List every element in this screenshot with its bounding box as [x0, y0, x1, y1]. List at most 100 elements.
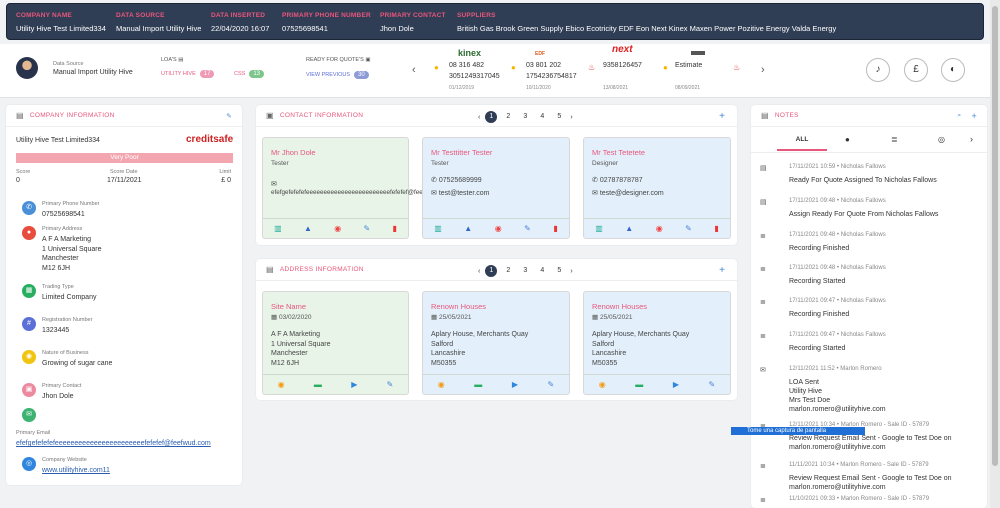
contact-icon: ▣ — [22, 383, 36, 397]
note-list-icon: ≣ — [760, 497, 766, 504]
supplier-card-kinex[interactable]: kinex ● 08 316 482 3051249317045 01/12/2… — [434, 48, 504, 91]
page-3[interactable]: 3 — [519, 265, 531, 277]
edit-icon[interactable]: ✎ — [709, 380, 716, 389]
business-icon: ◉ — [22, 350, 36, 364]
address-actions: ◉ ▬ ▶ ✎ — [423, 374, 569, 394]
message-icon: ▣ — [365, 57, 371, 63]
chrome-icon[interactable]: ◉ — [495, 224, 502, 233]
meter-icon[interactable]: ◉ — [278, 380, 285, 389]
page-5[interactable]: 5 — [553, 111, 565, 123]
list-icon[interactable]: ≣ — [891, 135, 898, 144]
creditsafe-logo: creditsafe — [186, 134, 234, 145]
address-card[interactable]: Renown Houses ▦ 25/05/2021 Aplary House,… — [583, 291, 731, 395]
add-address-button[interactable]: + — [719, 265, 725, 276]
delete-icon[interactable]: ▮ — [392, 224, 396, 233]
next-page-button[interactable]: › — [570, 114, 572, 121]
truck-icon[interactable]: ▶ — [673, 380, 679, 389]
add-contact-button[interactable]: + — [719, 111, 725, 122]
contact-actions: ▥ ▲ ◉ ✎ ▮ — [263, 218, 408, 238]
building-icon[interactable]: ▥ — [434, 224, 442, 233]
page-1[interactable]: 1 — [485, 265, 498, 277]
tabs-next-icon[interactable]: › — [970, 134, 973, 144]
card-icon[interactable]: ▬ — [474, 380, 482, 389]
tab-all[interactable]: ALL — [777, 136, 827, 151]
building-icon[interactable]: ▥ — [595, 224, 603, 233]
page-5[interactable]: 5 — [553, 265, 565, 277]
css-loa[interactable]: CSS 13 — [234, 70, 264, 78]
meter-icon[interactable]: ◉ — [438, 380, 445, 389]
chrome-icon[interactable]: ◉ — [334, 224, 341, 233]
page-3[interactable]: 3 — [519, 111, 531, 123]
registration-number-row: # Registration Number 1323445 — [22, 317, 92, 336]
settings-icon[interactable]: ◎ — [938, 135, 945, 144]
add-note-button[interactable]: + — [971, 111, 977, 121]
lock-icon[interactable]: ▲ — [464, 224, 472, 233]
card-icon[interactable]: ▬ — [635, 380, 643, 389]
suppliers-next-button[interactable]: › — [761, 64, 765, 76]
lock-icon[interactable]: ▲ — [304, 224, 312, 233]
view-previous-button[interactable]: VIEW PREVIOUS 30 — [306, 71, 369, 79]
primary-phone-row: ✆ Primary Phone Number 07525698541 — [22, 201, 99, 220]
bulb-icon: ● — [511, 63, 516, 72]
company-information-panel: ▤ COMPANY INFORMATION ✎ Utility Hive Test … — [6, 105, 242, 485]
page-4[interactable]: 4 — [536, 265, 548, 277]
edit-icon[interactable]: ✎ — [363, 224, 370, 233]
scrollbar-thumb[interactable] — [992, 6, 998, 466]
page-2[interactable]: 2 — [502, 111, 514, 123]
page-4[interactable]: 4 — [536, 111, 548, 123]
address-card[interactable]: Site Name ▦ 03/02/2020 A F A Marketing 1 … — [262, 291, 409, 395]
next-page-button[interactable]: › — [570, 268, 572, 275]
microphone-icon[interactable]: ♪ — [866, 58, 890, 82]
supplier-logo — [691, 51, 705, 55]
contact-actions: ▥ ▲ ◉ ✎ ▮ — [584, 218, 730, 238]
prev-page-button[interactable]: ‹ — [478, 268, 480, 275]
page-scrollbar[interactable] — [990, 0, 1000, 508]
edit-icon[interactable]: ✎ — [226, 112, 232, 120]
truck-icon[interactable]: ▶ — [351, 380, 357, 389]
prev-page-button[interactable]: ‹ — [478, 114, 480, 121]
contact-information-panel: ▣ CONTACT INFORMATION ‹ 1 2 3 4 5 › + Mr … — [256, 105, 737, 245]
contact-card-icon: ▣ — [266, 111, 274, 120]
trading-type-row: ▦ Trading Type Limited Company — [22, 284, 96, 303]
notes-tabs: ALL ● ≣ ◎ › — [751, 129, 987, 153]
lock-icon[interactable]: ▲ — [625, 224, 633, 233]
trading-icon: ▦ — [22, 284, 36, 298]
pound-icon[interactable]: £ — [904, 58, 928, 82]
contact-card[interactable]: Mr Testtitter Tester Tester ✆ 0752568999… — [422, 137, 570, 239]
header-suppliers: SUPPLIERS British Gas Brook Green Supply … — [457, 12, 837, 33]
user-icon[interactable]: ● — [845, 135, 850, 144]
delete-icon[interactable]: ▮ — [553, 224, 557, 233]
website-link[interactable]: www.utilityhive.com11 — [42, 466, 110, 476]
address-card[interactable]: Renown Houses ▦ 25/05/2021 Aplary House,… — [422, 291, 570, 395]
page-2[interactable]: 2 — [502, 265, 514, 277]
supplier-card-edf[interactable]: EDF ● 03 801 202 1754236754817 10/11/202… — [511, 48, 581, 91]
building-icon[interactable]: ▥ — [274, 224, 282, 233]
hash-icon: # — [22, 317, 36, 331]
header-data-source: DATA SOURCE Manual Import Utility Hive — [116, 12, 202, 33]
meter-icon[interactable]: ◉ — [599, 380, 606, 389]
primary-email-link[interactable]: efefgefefefefeeeeeeeeeeeeeeeeeeeeeeefefe… — [16, 439, 211, 449]
contact-card[interactable]: Mr Jhon Dole Tester ✉ efefgefefefefeeeee… — [262, 137, 450, 239]
page-1[interactable]: 1 — [485, 111, 498, 123]
document-icon: ▤ — [178, 57, 184, 63]
supplier-card-eon-next[interactable]: next ♨ 9358126457 13/08/2021 — [588, 44, 658, 91]
avatar — [16, 57, 38, 79]
delete-icon[interactable]: ▮ — [714, 224, 718, 233]
toggle-icon[interactable]: ◐ — [941, 58, 965, 82]
contact-card[interactable]: Mr Test Tetetete Designer ✆ 02787878787 … — [583, 137, 731, 239]
search-icon[interactable]: ⌕ — [957, 112, 961, 120]
edit-icon[interactable]: ✎ — [524, 224, 531, 233]
edit-icon[interactable]: ✎ — [548, 380, 555, 389]
suppliers-prev-button[interactable]: ‹ — [412, 64, 416, 76]
flame-icon: ♨ — [588, 63, 596, 72]
edit-icon[interactable]: ✎ — [387, 380, 394, 389]
card-icon[interactable]: ▬ — [314, 380, 322, 389]
address-pagination: ‹ 1 2 3 4 5 › — [478, 265, 573, 277]
chrome-icon[interactable]: ◉ — [656, 224, 663, 233]
loas-label: LOA'S ▤ — [161, 57, 184, 63]
truck-icon[interactable]: ▶ — [512, 380, 518, 389]
edit-icon[interactable]: ✎ — [685, 224, 692, 233]
header-data-inserted: DATA INSERTED 22/04/2020 16:07 — [211, 12, 270, 33]
supplier-card-estimate[interactable]: ● Estimate 08/09/2021 — [663, 48, 733, 91]
utility-hive-loa[interactable]: UTILITY HIVE 17 — [161, 70, 215, 78]
